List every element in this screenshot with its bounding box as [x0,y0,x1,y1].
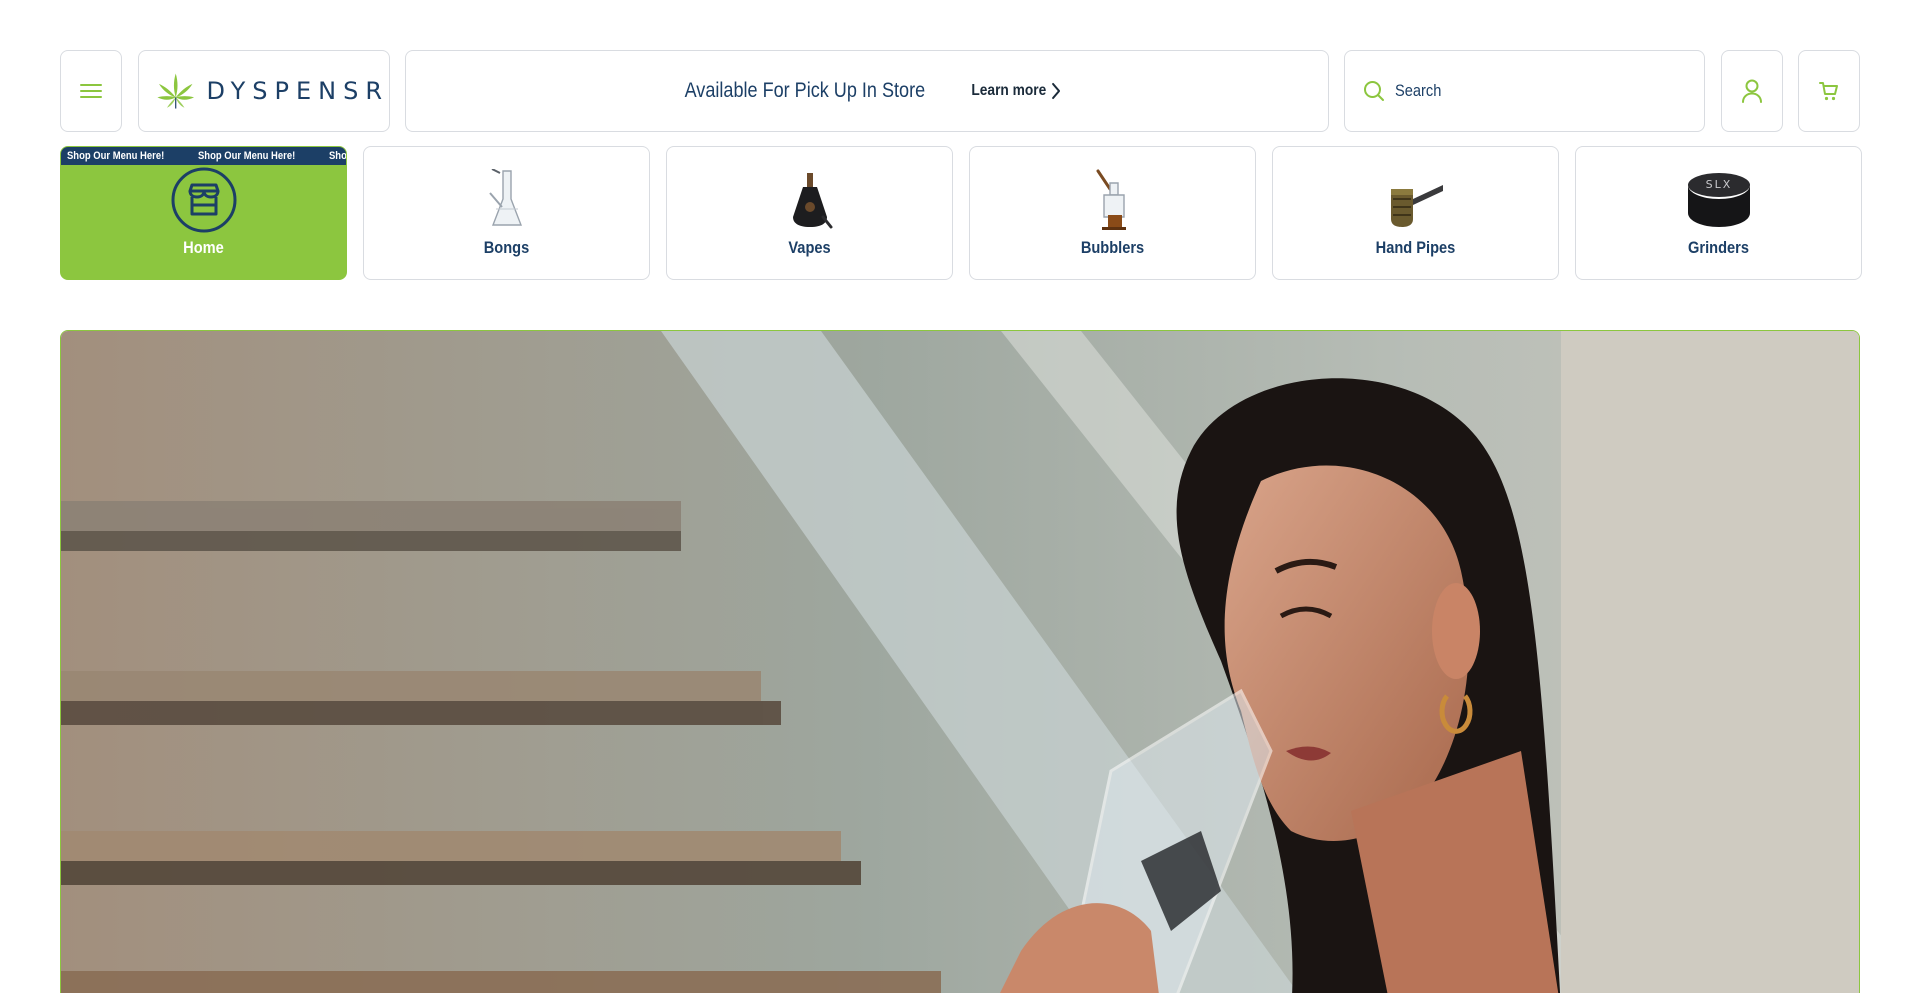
search-icon [1364,81,1384,101]
hand-pipe-icon [1381,169,1451,231]
bong-icon [472,169,542,231]
menu-ticker[interactable]: Shop Our Menu Here! Shop Our Menu Here! Sh… [61,147,346,165]
category-label: Vapes [788,238,831,257]
category-bongs[interactable]: Bongs [363,146,650,280]
user-icon [1742,79,1762,103]
search-input[interactable]: Search [1344,50,1705,132]
search-placeholder: Search [1395,81,1442,100]
logo[interactable]: DYSPENSR [138,50,390,132]
hero-photo [61,331,1859,993]
cannabis-leaf-logo-icon [157,73,195,109]
announcement-bar: Available For Pick Up In Store Learn mor… [405,50,1329,132]
cart-icon [1819,82,1838,101]
category-hand-pipes[interactable]: Hand Pipes [1272,146,1559,280]
vape-icon [775,169,845,231]
category-label: Grinders [1688,238,1749,257]
category-label: Bubblers [1080,238,1145,257]
learn-more-label: Learn more [971,82,1047,99]
hamburger-icon [80,84,102,98]
category-label: Home [183,238,224,257]
ticker-item: Shop Our Menu Here! [67,150,165,162]
category-home[interactable]: Shop Our Menu Here! Shop Our Menu Here! Sh… [60,146,347,280]
ticker-item: Shop Our Menu Here! [329,150,346,162]
ticker-item: Shop Our Menu Here! [198,150,296,162]
category-vapes[interactable]: Vapes [666,146,953,280]
hero-banner-image[interactable] [60,330,1860,993]
grinder-icon: SLX [1684,169,1754,231]
category-grinders[interactable]: SLX Grinders [1575,146,1862,280]
category-label: Hand Pipes [1375,238,1456,257]
learn-more-link[interactable]: Learn more [972,82,1062,100]
chevron-right-icon [1052,82,1061,100]
store-icon [169,167,239,233]
logo-wordmark: DYSPENSR [206,77,389,105]
grinder-brand: SLX [1705,178,1732,191]
bubbler-icon [1078,169,1148,231]
category-bubblers[interactable]: Bubblers [969,146,1256,280]
cart-button[interactable] [1798,50,1860,132]
menu-button[interactable] [60,50,122,132]
category-label: Bongs [483,238,530,257]
account-button[interactable] [1721,50,1783,132]
announcement-text: Available For Pick Up In Store [684,79,925,102]
